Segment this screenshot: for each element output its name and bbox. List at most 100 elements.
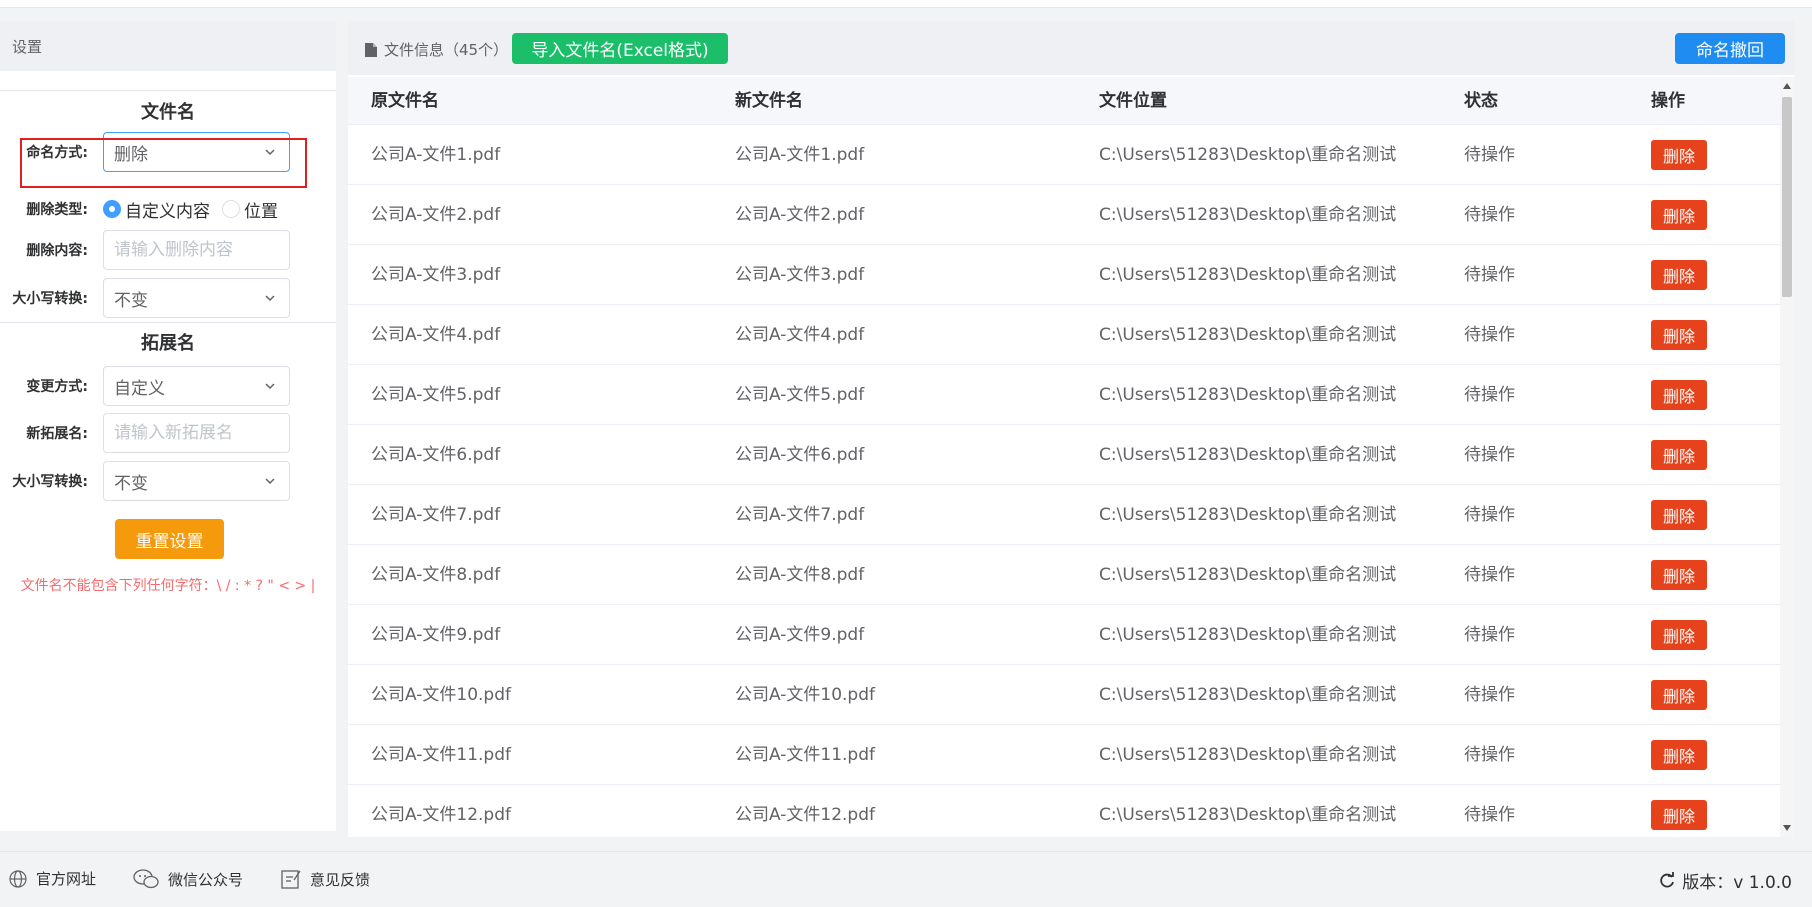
settings-panel: 设置 文件名 命名方式: 删除 删除类型: 自定义内容 位置 删除内容: 请输入… [0,21,336,831]
wechat-link[interactable]: 微信公众号 [132,868,243,890]
cell-original-name: 公司A-文件11.pdf [371,745,511,765]
cell-location: C:\Users\51283\Desktop\重命名测试 [1099,505,1397,525]
table-row: 公司A-文件6.pdf 公司A-文件6.pdf C:\Users\51283\D… [348,425,1780,485]
file-table: 原文件名 新文件名 文件位置 状态 操作 公司A-文件1.pdf 公司A-文件1… [348,77,1780,837]
reset-settings-button[interactable]: 重置设置 [115,519,224,559]
cell-status: 待操作 [1464,265,1515,285]
ext-case-convert-label: 大小写转换: [12,474,88,490]
cell-status: 待操作 [1464,805,1515,825]
cell-new-name: 公司A-文件1.pdf [735,145,865,165]
cell-original-name: 公司A-文件12.pdf [371,805,511,825]
file-info: 文件信息（45个） [364,39,508,60]
cell-new-name: 公司A-文件8.pdf [735,565,865,585]
feedback-label: 意见反馈 [310,870,371,889]
radio-position[interactable]: 位置 [222,197,278,222]
case-convert-row: 大小写转换: 不变 [0,278,336,318]
delete-row-button[interactable]: 删除 [1651,440,1707,470]
cell-original-name: 公司A-文件2.pdf [371,205,501,225]
file-info-label: 文件信息（45个） [384,41,509,59]
delete-row-button[interactable]: 删除 [1651,800,1707,830]
column-header-status: 状态 [1464,91,1498,111]
cell-location: C:\Users\51283\Desktop\重命名测试 [1099,745,1397,765]
table-scrollbar[interactable] [1780,77,1794,837]
cell-status: 待操作 [1464,625,1515,645]
cell-location: C:\Users\51283\Desktop\重命名测试 [1099,685,1397,705]
cell-original-name: 公司A-文件3.pdf [371,265,501,285]
delete-row-button[interactable]: 删除 [1651,680,1707,710]
cell-location: C:\Users\51283\Desktop\重命名测试 [1099,445,1397,465]
naming-mode-select[interactable]: 删除 [103,132,290,172]
cell-location: C:\Users\51283\Desktop\重命名测试 [1099,265,1397,285]
feedback-link[interactable]: 意见反馈 [280,868,370,890]
delete-row-button[interactable]: 删除 [1651,320,1707,350]
naming-mode-label: 命名方式: [26,145,88,161]
cell-new-name: 公司A-文件6.pdf [735,445,865,465]
table-row: 公司A-文件5.pdf 公司A-文件5.pdf C:\Users\51283\D… [348,365,1780,425]
cell-new-name: 公司A-文件11.pdf [735,745,875,765]
top-bar [0,0,1812,8]
cell-status: 待操作 [1464,505,1515,525]
new-ext-input[interactable] [103,413,290,453]
cell-new-name: 公司A-文件10.pdf [735,685,875,705]
delete-content-input[interactable] [103,230,290,270]
delete-row-button[interactable]: 删除 [1651,740,1707,770]
version-info[interactable]: 版本：v 1.0.0 [1658,868,1792,893]
delete-row-button[interactable]: 删除 [1651,560,1707,590]
delete-content-label: 删除内容: [26,243,88,259]
refresh-icon [1660,871,1675,887]
table-row: 公司A-文件8.pdf 公司A-文件8.pdf C:\Users\51283\D… [348,545,1780,605]
change-mode-select[interactable]: 自定义 [103,366,290,406]
radio-position-label: 位置 [244,201,278,222]
delete-row-button[interactable]: 删除 [1651,500,1707,530]
feedback-edit-icon [281,870,301,889]
radio-checked-icon [103,200,121,218]
cell-status: 待操作 [1464,565,1515,585]
invalid-chars-warning: 文件名不能包含下列任何字符：\ / : * ? " < > | [20,578,316,594]
file-list-panel: 文件信息（45个） 导入文件名(Excel格式) 命名撤回 原文件名 新文件名 … [348,21,1794,837]
new-ext-row: 新拓展名: [0,413,336,453]
radio-unchecked-icon [222,200,240,218]
delete-type-label: 删除类型: [26,202,88,218]
undo-rename-button[interactable]: 命名撤回 [1675,33,1785,64]
table-row: 公司A-文件11.pdf 公司A-文件11.pdf C:\Users\51283… [348,725,1780,785]
cell-location: C:\Users\51283\Desktop\重命名测试 [1099,145,1397,165]
cell-status: 待操作 [1464,445,1515,465]
chevron-down-icon [265,478,275,485]
case-convert-select[interactable]: 不变 [103,278,290,318]
cell-location: C:\Users\51283\Desktop\重命名测试 [1099,325,1397,345]
naming-mode-value: 删除 [114,144,148,165]
delete-type-row: 删除类型: 自定义内容 位置 [0,189,336,229]
delete-row-button[interactable]: 删除 [1651,260,1707,290]
cell-original-name: 公司A-文件6.pdf [371,445,501,465]
cell-original-name: 公司A-文件1.pdf [371,145,501,165]
naming-mode-row: 命名方式: 删除 [0,132,336,172]
website-link[interactable]: 官方网址 [8,868,96,889]
delete-row-button[interactable]: 删除 [1651,380,1707,410]
scroll-thumb[interactable] [1782,97,1792,297]
table-row: 公司A-文件2.pdf 公司A-文件2.pdf C:\Users\51283\D… [348,185,1780,245]
change-mode-value: 自定义 [114,378,165,399]
cell-new-name: 公司A-文件3.pdf [735,265,865,285]
globe-icon [9,869,27,888]
cell-location: C:\Users\51283\Desktop\重命名测试 [1099,385,1397,405]
cell-new-name: 公司A-文件4.pdf [735,325,865,345]
table-row: 公司A-文件10.pdf 公司A-文件10.pdf C:\Users\51283… [348,665,1780,725]
cell-location: C:\Users\51283\Desktop\重命名测试 [1099,805,1397,825]
wechat-icon [133,869,159,889]
ext-case-convert-select[interactable]: 不变 [103,461,290,501]
footer-bar: 官方网址 微信公众号 意见反馈 版本：v 1.0.0 [0,851,1812,907]
cell-new-name: 公司A-文件2.pdf [735,205,865,225]
delete-row-button[interactable]: 删除 [1651,140,1707,170]
delete-row-button[interactable]: 删除 [1651,200,1707,230]
cell-status: 待操作 [1464,145,1515,165]
radio-custom-content[interactable]: 自定义内容 [103,197,210,222]
column-header-action: 操作 [1651,91,1685,111]
table-row: 公司A-文件12.pdf 公司A-文件12.pdf C:\Users\51283… [348,785,1780,837]
scroll-up-icon[interactable] [1783,83,1791,89]
delete-row-button[interactable]: 删除 [1651,620,1707,650]
cell-status: 待操作 [1464,205,1515,225]
scroll-down-icon[interactable] [1783,825,1791,831]
import-excel-button[interactable]: 导入文件名(Excel格式) [512,33,728,64]
cell-location: C:\Users\51283\Desktop\重命名测试 [1099,205,1397,225]
cell-location: C:\Users\51283\Desktop\重命名测试 [1099,625,1397,645]
